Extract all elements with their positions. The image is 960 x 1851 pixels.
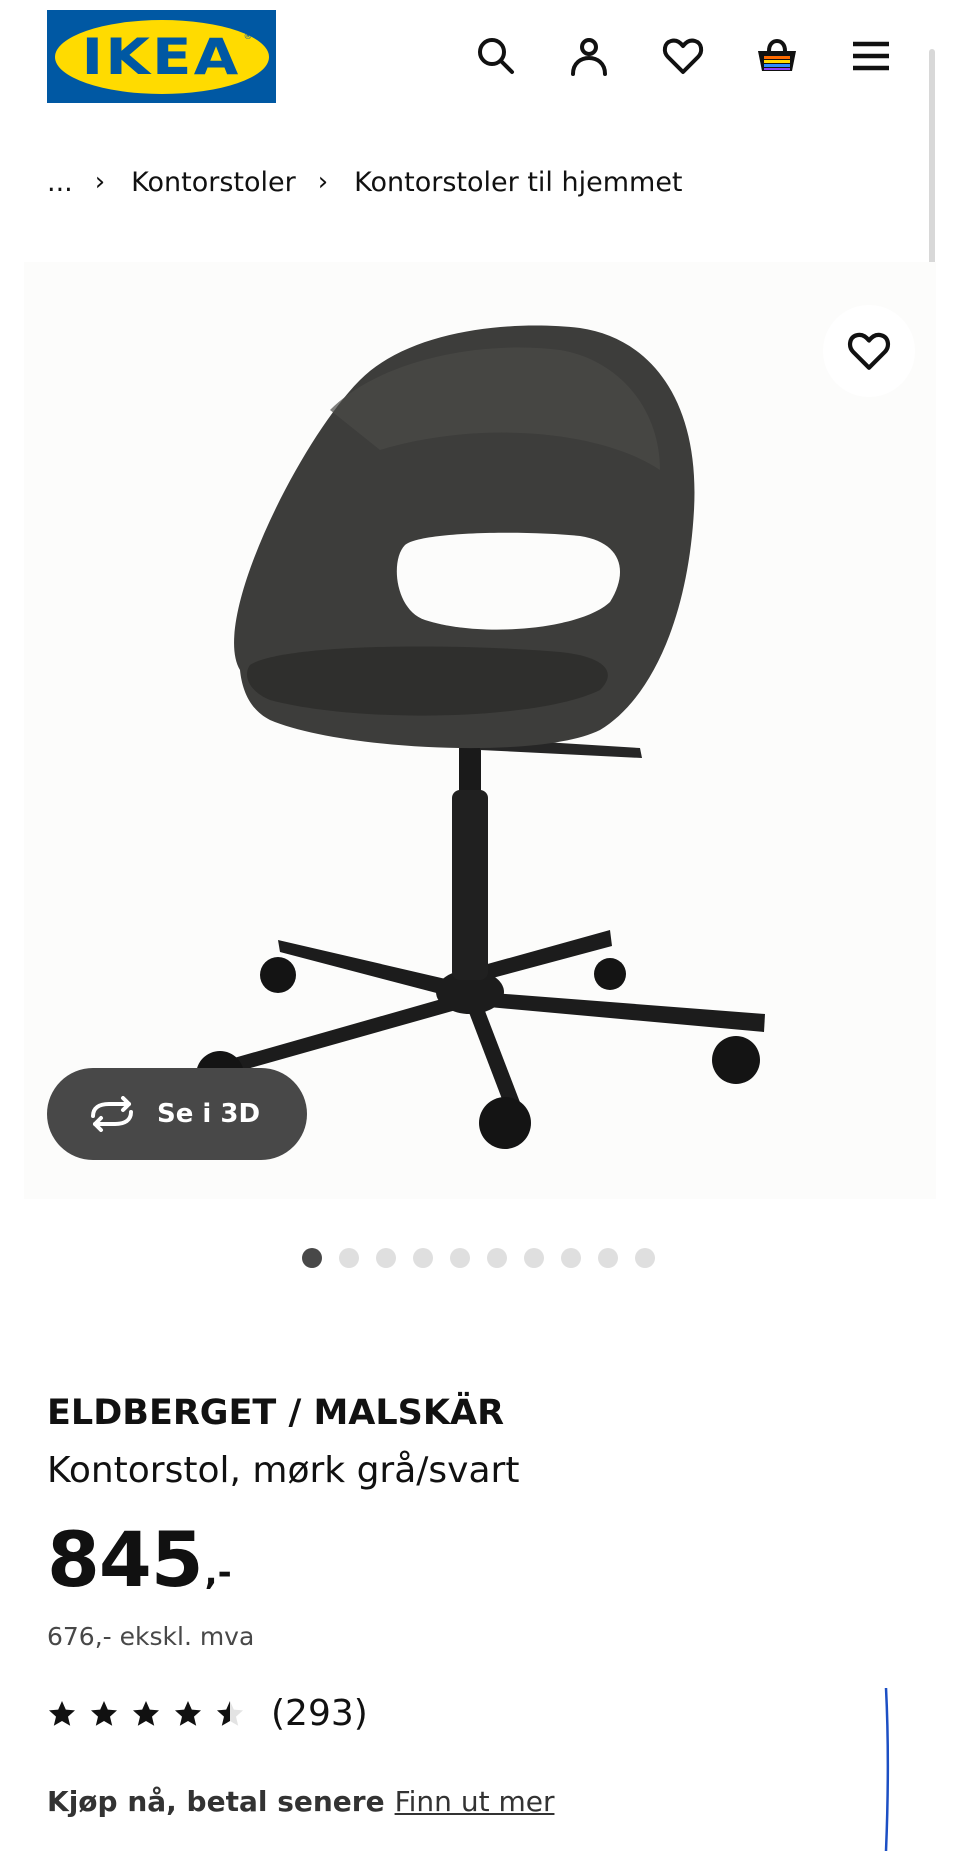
logo-text: IKEA	[82, 27, 241, 86]
price-ex-vat: 676,- ekskl. mva	[47, 1622, 255, 1651]
carousel-dot[interactable]	[598, 1248, 618, 1268]
logo-registered-mark: ®	[243, 31, 253, 42]
chevron-right-icon: ›	[317, 167, 329, 197]
pay-later-info: Kjøp nå, betal senere Finn ut mer	[47, 1785, 554, 1818]
carousel-dot[interactable]	[487, 1248, 507, 1268]
breadcrumb-ellipsis[interactable]: ...	[47, 167, 73, 198]
heart-icon	[847, 332, 891, 370]
carousel-dot[interactable]	[450, 1248, 470, 1268]
chevron-right-icon: ›	[94, 167, 106, 197]
breadcrumb: ... › Kontorstoler › Kontorstoler til hj…	[47, 162, 683, 202]
carousel-dot[interactable]	[635, 1248, 655, 1268]
product-rating[interactable]: (293)	[47, 1693, 368, 1734]
carousel-dot[interactable]	[561, 1248, 581, 1268]
image-carousel-dots	[302, 1248, 655, 1268]
user-icon[interactable]	[563, 30, 615, 82]
product-name: ELDBERGET / MALSKÄR	[47, 1393, 505, 1433]
view-in-3d-button[interactable]: Se i 3D	[47, 1068, 307, 1160]
product-price: 845 ,-	[47, 1515, 232, 1605]
star-half-icon	[217, 1700, 243, 1726]
add-to-favourites-button[interactable]	[823, 305, 915, 397]
review-count: (293)	[271, 1693, 368, 1734]
product-image-chair	[196, 325, 765, 1149]
rating-stars	[47, 1699, 245, 1729]
page-scrollbar[interactable]	[929, 49, 935, 286]
logo-oval: IKEA ®	[54, 19, 269, 94]
pay-later-learn-more-link[interactable]: Finn ut mer	[395, 1785, 555, 1818]
star-full-icon	[175, 1700, 201, 1726]
view-in-3d-label: Se i 3D	[157, 1099, 261, 1129]
price-integer: 845	[47, 1515, 204, 1604]
breadcrumb-item-kontorstoler-til-hjemmet[interactable]: Kontorstoler til hjemmet	[354, 167, 682, 198]
menu-icon[interactable]	[845, 30, 897, 82]
star-full-icon	[133, 1700, 159, 1726]
ikea-logo[interactable]: IKEA ®	[47, 10, 276, 103]
price-suffix: ,-	[204, 1553, 232, 1593]
chair-base	[220, 930, 765, 1120]
basket-icon[interactable]	[751, 30, 803, 82]
heart-icon[interactable]	[657, 30, 709, 82]
rotate-3d-icon	[91, 1096, 133, 1132]
carousel-dot[interactable]	[413, 1248, 433, 1268]
carousel-dot[interactable]	[524, 1248, 544, 1268]
handwritten-pen-stroke	[884, 1688, 890, 1851]
carousel-dot[interactable]	[339, 1248, 359, 1268]
star-full-icon	[49, 1700, 75, 1726]
carousel-dot[interactable]	[302, 1248, 322, 1268]
chair-back-cutout	[396, 532, 620, 630]
pay-later-headline: Kjøp nå, betal senere	[47, 1785, 385, 1818]
star-full-icon	[91, 1700, 117, 1726]
search-icon[interactable]	[470, 30, 522, 82]
product-description: Kontorstol, mørk grå/svart	[47, 1450, 520, 1491]
breadcrumb-item-kontorstoler[interactable]: Kontorstoler	[131, 167, 296, 198]
carousel-dot[interactable]	[376, 1248, 396, 1268]
